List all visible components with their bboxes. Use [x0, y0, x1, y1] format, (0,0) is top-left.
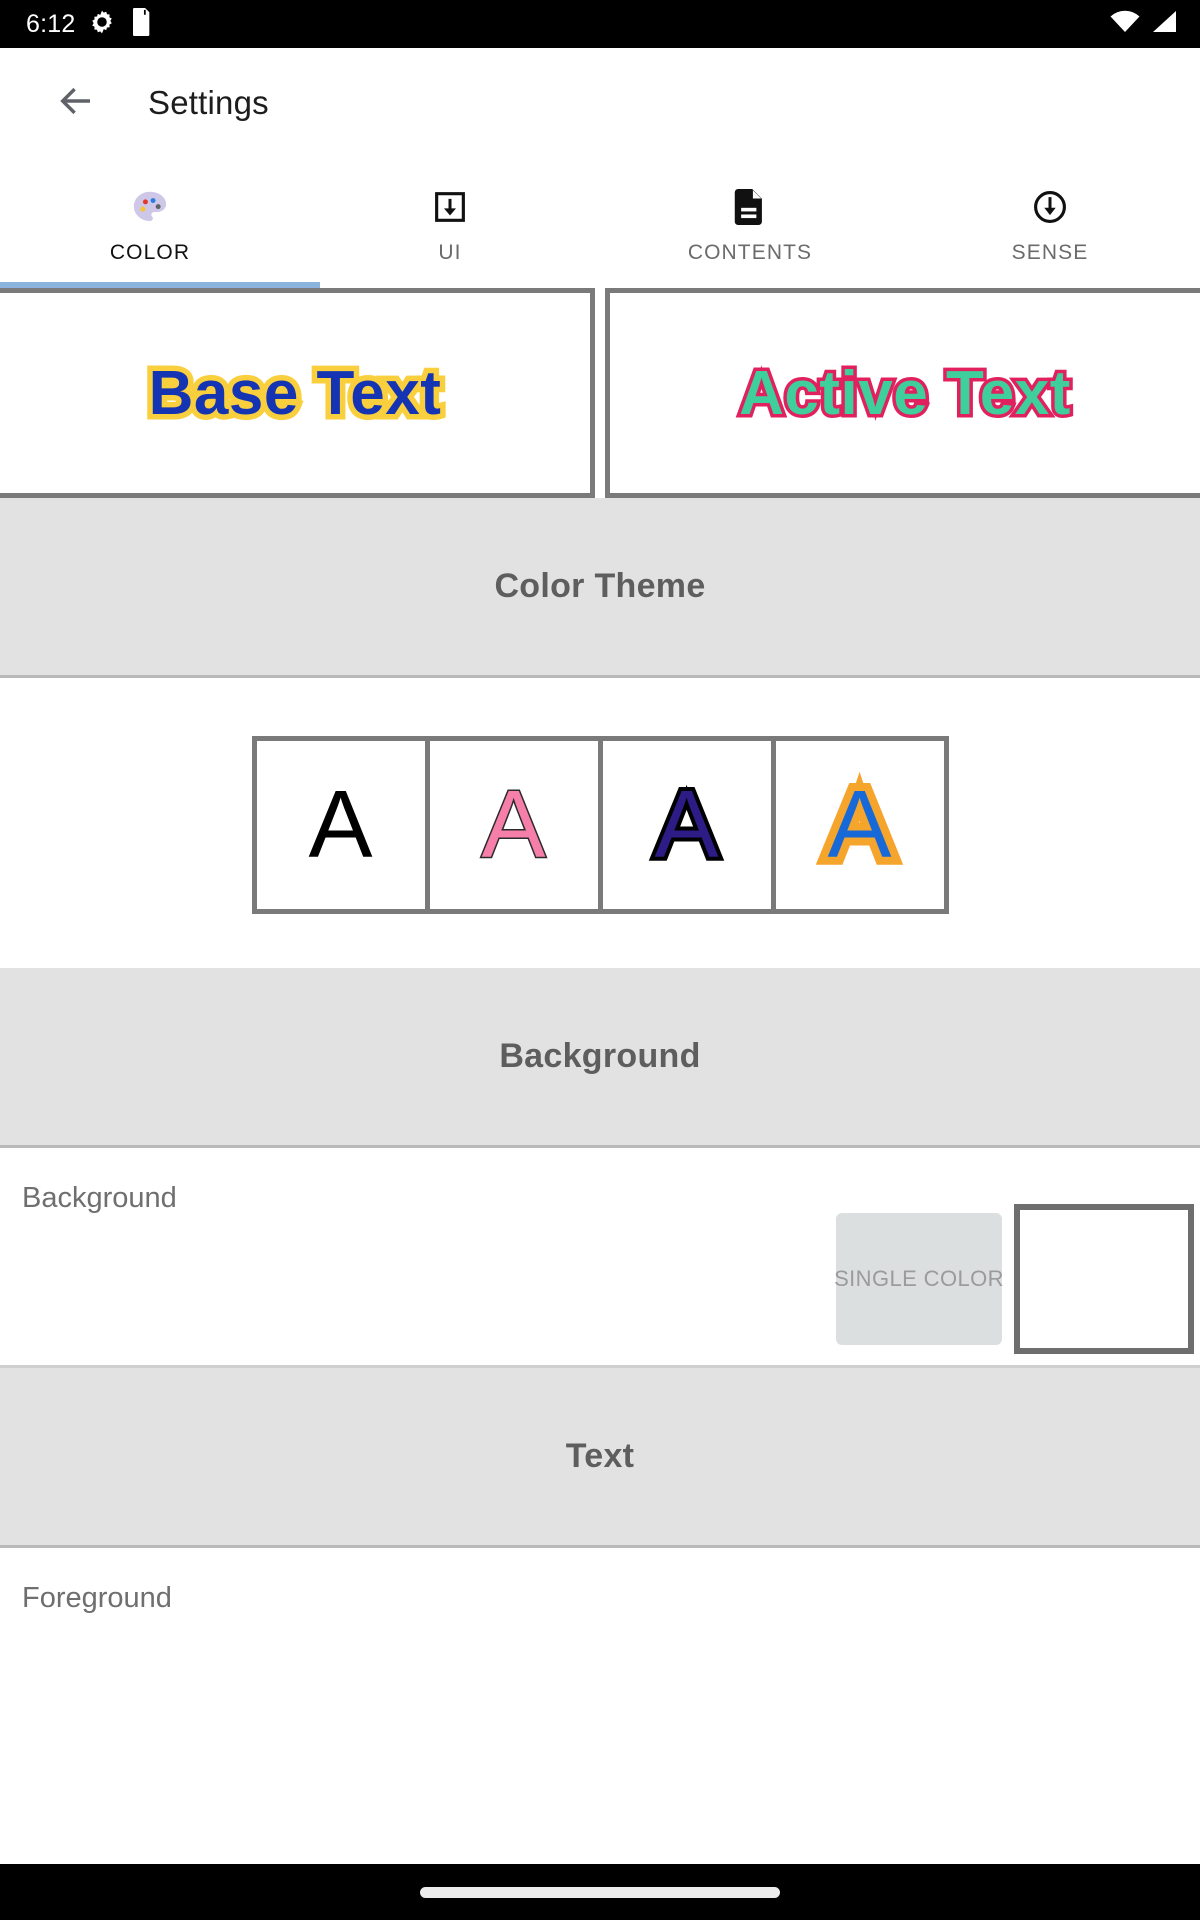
section-header-text: Text [0, 1368, 1200, 1548]
tab-ui[interactable]: UI [300, 158, 600, 288]
section-header-color-theme: Color Theme [0, 498, 1200, 678]
page-title: Settings [148, 84, 269, 121]
palette-icon [131, 187, 169, 227]
tab-sense[interactable]: SENSE [900, 158, 1200, 288]
theme-swatch-glyph: A [819, 769, 899, 881]
theme-swatch-glyph: A [480, 771, 547, 878]
section-header-background: Background [0, 968, 1200, 1148]
theme-swatch-glyph: A [650, 771, 722, 878]
background-color-swatch[interactable] [1014, 1204, 1194, 1354]
active-text-sample: Active Text [736, 355, 1074, 431]
content-spacer [0, 1615, 1200, 1864]
document-icon [733, 187, 767, 227]
settings-gear-icon [89, 9, 115, 40]
sd-card-icon [129, 7, 151, 41]
section-title-text: Text [565, 1437, 635, 1475]
theme-swatch-glyph: A [308, 771, 373, 878]
status-bar-right [1110, 10, 1178, 39]
status-clock: 6:12 [26, 9, 76, 38]
foreground-row-label: Foreground [22, 1582, 172, 1614]
theme-swatch-3[interactable]: A [602, 741, 771, 909]
color-theme-swatch-area: A A A A [0, 678, 1200, 968]
tab-label-color: COLOR [109, 241, 191, 264]
background-row-controls: SINGLE COLOR [22, 1204, 1194, 1365]
tab-label-sense: SENSE [1011, 241, 1089, 264]
base-text-preview[interactable]: Base Text [0, 288, 595, 498]
background-preference-row[interactable]: Background SINGLE COLOR [0, 1148, 1200, 1368]
app-screen: 6:12 Settings COLOR UI CONTENTS SENSE Ba… [0, 0, 1200, 1920]
theme-swatch-1[interactable]: A [256, 741, 425, 909]
foreground-preference-row[interactable]: Foreground [0, 1548, 1200, 1615]
tab-bar: COLOR UI CONTENTS SENSE [0, 158, 1200, 288]
status-bar-left: 6:12 [26, 7, 151, 41]
tab-active-indicator [0, 282, 320, 288]
download-box-icon [432, 187, 468, 227]
single-color-button[interactable]: SINGLE COLOR [834, 1213, 1004, 1345]
section-title-background: Background [499, 1037, 701, 1075]
tab-label-contents: CONTENTS [687, 241, 813, 264]
system-navigation-bar [0, 1864, 1200, 1920]
theme-swatch-4[interactable]: A [775, 741, 944, 909]
arrow-left-icon [55, 80, 97, 127]
circle-arrow-down-icon [1032, 187, 1068, 227]
theme-swatch-2[interactable]: A [429, 741, 598, 909]
tab-contents[interactable]: CONTENTS [600, 158, 900, 288]
base-text-sample: Base Text [143, 353, 446, 433]
home-indicator-pill[interactable] [420, 1886, 780, 1898]
background-row-label: Background [22, 1182, 177, 1214]
preview-row: Base Text Active Text [0, 288, 1200, 498]
cellular-signal-icon [1150, 10, 1178, 39]
wifi-icon [1110, 10, 1140, 39]
tab-color[interactable]: COLOR [0, 158, 300, 288]
status-bar: 6:12 [0, 0, 1200, 48]
tab-label-ui: UI [438, 241, 462, 264]
section-title-color-theme: Color Theme [494, 567, 706, 605]
app-bar: Settings [0, 48, 1200, 158]
color-theme-swatch-strip: A A A A [251, 736, 949, 914]
active-text-preview[interactable]: Active Text [605, 288, 1200, 498]
back-button[interactable] [48, 75, 104, 131]
